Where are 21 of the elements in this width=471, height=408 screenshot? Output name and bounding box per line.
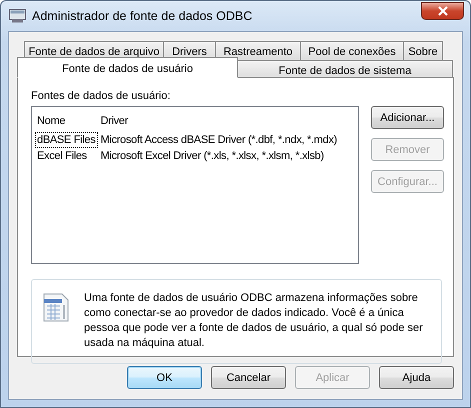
table-cell-text: Microsoft Excel Driver (*.xls, *.xlsx, *.xlsm, *.xlsb) bbox=[99, 149, 325, 164]
tab[interactable]: Rastreamento bbox=[215, 41, 301, 60]
dialog-button[interactable]: Cancelar bbox=[211, 366, 286, 389]
list-label: Fontes de dados de usuário: bbox=[31, 90, 172, 102]
column-header[interactable]: Nome bbox=[35, 108, 98, 132]
data-source-list[interactable]: Nome Driver dBASE Files Microsoft Access dBASE Driver (*.dbf, *.ndx, *.mdx) Excel Files Microsoft Excel Driver (*.xls, *.xlsx, *.xlsm, *.xlsb) bbox=[31, 106, 359, 264]
close-icon bbox=[436, 6, 448, 16]
column-header[interactable]: Driver bbox=[98, 108, 340, 132]
window-icon bbox=[9, 9, 26, 23]
table-cell: Excel Files bbox=[35, 148, 98, 164]
dialog-button[interactable]: OK bbox=[127, 366, 202, 389]
window-title: Administrador de fonte de dados ODBC bbox=[32, 9, 254, 23]
table-cell-text: Microsoft Access dBASE Driver (*.dbf, *.ndx, *.mdx) bbox=[99, 133, 338, 148]
action-button[interactable]: Adicionar... bbox=[371, 106, 444, 129]
table-cell: dBASE Files bbox=[35, 132, 98, 148]
tab[interactable]: Sobre bbox=[403, 41, 443, 60]
dialog-button[interactable]: Ajuda bbox=[379, 366, 454, 389]
info-text: Uma fonte de dados de usuário ODBC armazena informações sobre como conectar-se ao provedor de dados indicado. Você é a única pessoa que pode ver a fonte de dados de usuário, a qual só pode ser usada na máquina atual. bbox=[84, 291, 424, 351]
tab[interactable]: Pool de conexões bbox=[300, 41, 404, 60]
tab[interactable]: Fonte de dados de usuário bbox=[17, 57, 238, 78]
close-button[interactable] bbox=[421, 2, 464, 20]
